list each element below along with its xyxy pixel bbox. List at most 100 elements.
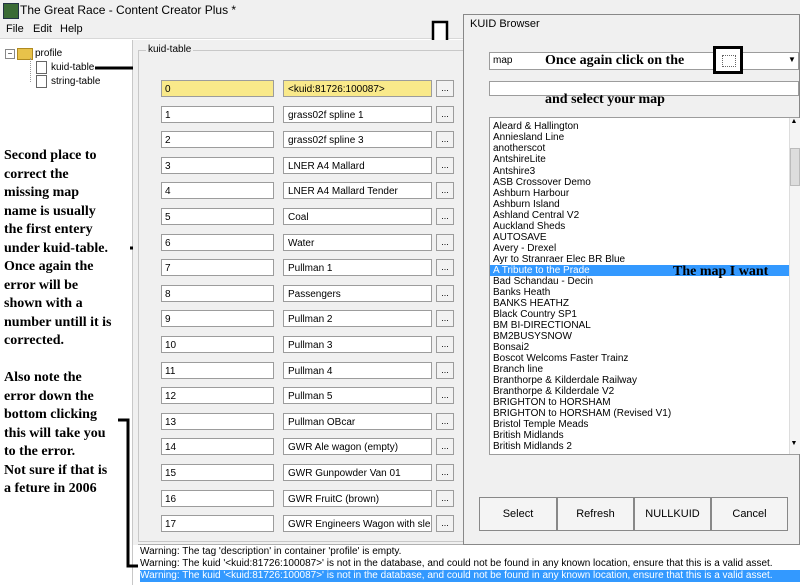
row-index-field[interactable]: 1 (161, 106, 274, 123)
refresh-button[interactable]: Refresh (557, 497, 634, 531)
browse-button[interactable]: ... (436, 80, 454, 97)
row-index-field[interactable]: 16 (161, 490, 274, 507)
list-item[interactable]: Banks Heath (493, 287, 550, 298)
browse-button[interactable]: ... (436, 490, 454, 507)
list-item[interactable]: Auckland Sheds (493, 221, 565, 232)
row-value-field[interactable]: grass02f spline 3 (283, 131, 432, 148)
note-line: under kuid-table. (4, 240, 108, 256)
row-value-field[interactable]: Pullman 3 (283, 336, 432, 353)
row-value-field[interactable]: Coal (283, 208, 432, 225)
list-item[interactable]: Ashburn Island (493, 199, 560, 210)
row-index-field[interactable]: 9 (161, 310, 274, 327)
browse-button[interactable]: ... (436, 157, 454, 174)
list-item[interactable]: Ashland Central V2 (493, 210, 579, 221)
browse-button[interactable]: ... (436, 285, 454, 302)
browse-button[interactable]: ... (436, 259, 454, 276)
browse-button[interactable]: ... (436, 438, 454, 455)
row-value-field[interactable]: Pullman 2 (283, 310, 432, 327)
row-value-field[interactable]: Pullman 5 (283, 387, 432, 404)
row-index-field[interactable]: 17 (161, 515, 274, 532)
note-line: error down the (4, 388, 94, 404)
browse-button[interactable]: ... (436, 387, 454, 404)
browse-button[interactable]: ... (436, 515, 454, 532)
list-item[interactable]: AUTOSAVE (493, 232, 547, 243)
row-index-field[interactable]: 3 (161, 157, 274, 174)
row-index-field[interactable]: 5 (161, 208, 274, 225)
row-value-field[interactable]: LNER A4 Mallard (283, 157, 432, 174)
scroll-down-icon[interactable]: ▼ (789, 440, 799, 454)
note-line: correct the (4, 166, 69, 182)
browse-button[interactable]: ... (436, 336, 454, 353)
row-value-field[interactable]: GWR Gunpowder Van 01 (283, 464, 432, 481)
list-item[interactable]: anotherscot (493, 143, 545, 154)
list-item[interactable]: Bad Schandau - Decin (493, 276, 593, 287)
status-warning-line[interactable]: Warning: The kuid '<kuid:81726:100087>' … (140, 558, 773, 570)
row-index-field[interactable]: 0 (161, 80, 274, 97)
row-index-field[interactable]: 15 (161, 464, 274, 481)
row-value-field[interactable]: Pullman 4 (283, 362, 432, 379)
list-item[interactable]: AntshireLite (493, 154, 546, 165)
browse-button[interactable]: ... (436, 106, 454, 123)
scroll-thumb[interactable] (790, 148, 800, 186)
scroll-up-icon[interactable]: ▲ (789, 118, 799, 132)
status-warning-line[interactable]: Warning: The tag 'description' in contai… (140, 546, 401, 558)
nullkuid-button[interactable]: NULLKUID (634, 497, 711, 531)
row-value-field[interactable]: GWR FruitC (brown) (283, 490, 432, 507)
list-item[interactable]: Branthorpe & Kilderdale V2 (493, 386, 614, 397)
list-item[interactable]: Branch line (493, 364, 543, 375)
list-item[interactable]: Antshire3 (493, 166, 535, 177)
list-item[interactable]: Black Country SP1 (493, 309, 577, 320)
list-item[interactable]: Anniesland Line (493, 132, 564, 143)
list-item[interactable]: BANKS HEATHZ (493, 298, 569, 309)
row-value-field[interactable]: GWR Engineers Wagon with sleepe (283, 515, 432, 532)
list-item[interactable]: Aleard & Hallington (493, 121, 579, 132)
row-value-field[interactable]: LNER A4 Mallard Tender (283, 182, 432, 199)
row-value-field[interactable]: GWR Ale wagon (empty) (283, 438, 432, 455)
list-item[interactable]: Branthorpe & Kilderdale Railway (493, 375, 637, 386)
row-index-field[interactable]: 11 (161, 362, 274, 379)
row-value-field[interactable]: <kuid:81726:100087> (283, 80, 432, 97)
list-item[interactable]: Boscot Welcoms Faster Trainz (493, 353, 628, 364)
annotation-map: The map I want (673, 264, 769, 279)
row-index-field[interactable]: 2 (161, 131, 274, 148)
list-item[interactable]: British Midlands (493, 430, 564, 441)
select-button[interactable]: Select (479, 497, 557, 531)
row-value-field[interactable]: Water (283, 234, 432, 251)
browse-button[interactable]: ... (436, 182, 454, 199)
row-index-field[interactable]: 12 (161, 387, 274, 404)
row-index-field[interactable]: 4 (161, 182, 274, 199)
browse-button[interactable]: ... (436, 234, 454, 251)
browse-button[interactable]: ... (436, 413, 454, 430)
browse-button[interactable]: ... (436, 464, 454, 481)
row-index-field[interactable]: 10 (161, 336, 274, 353)
highlighted-dropdown-button[interactable] (713, 46, 743, 74)
cancel-button[interactable]: Cancel (711, 497, 788, 531)
list-item[interactable]: BRIGHTON to HORSHAM (493, 397, 611, 408)
row-value-field[interactable]: Pullman OBcar (283, 413, 432, 430)
row-value-field[interactable]: Passengers (283, 285, 432, 302)
list-item[interactable]: ASB Crossover Demo (493, 177, 591, 188)
list-item[interactable]: British Midlands 2 (493, 441, 572, 452)
note-line: Also note the (4, 370, 82, 385)
list-item[interactable]: BM BI-DIRECTIONAL (493, 320, 591, 331)
status-warning-line-selected[interactable]: Warning: The kuid '<kuid:81726:100087>' … (140, 570, 800, 582)
row-index-field[interactable]: 14 (161, 438, 274, 455)
browse-button[interactable]: ... (436, 131, 454, 148)
list-item[interactable]: BRIGHTON to HORSHAM (Revised V1) (493, 408, 671, 419)
row-index-field[interactable]: 13 (161, 413, 274, 430)
list-item[interactable]: Ashburn Harbour (493, 188, 569, 199)
row-value-field[interactable]: grass02f spline 1 (283, 106, 432, 123)
row-index-field[interactable]: 8 (161, 285, 274, 302)
list-item[interactable]: BM2BUSYSNOW (493, 331, 572, 342)
row-index-field[interactable]: 6 (161, 234, 274, 251)
list-item[interactable]: Bristol Temple Meads (493, 419, 588, 430)
browse-button[interactable]: ... (436, 310, 454, 327)
row-index-field[interactable]: 7 (161, 259, 274, 276)
list-item[interactable]: Avery - Drexel (493, 243, 556, 254)
list-item[interactable]: Bonsai2 (493, 342, 529, 353)
row-value-field[interactable]: Pullman 1 (283, 259, 432, 276)
browse-button[interactable]: ... (436, 208, 454, 225)
list-item[interactable]: Ayr to Stranraer Elec BR Blue (493, 254, 625, 265)
dropdown-arrow-icon[interactable]: ▼ (788, 55, 796, 64)
browse-button[interactable]: ... (436, 362, 454, 379)
